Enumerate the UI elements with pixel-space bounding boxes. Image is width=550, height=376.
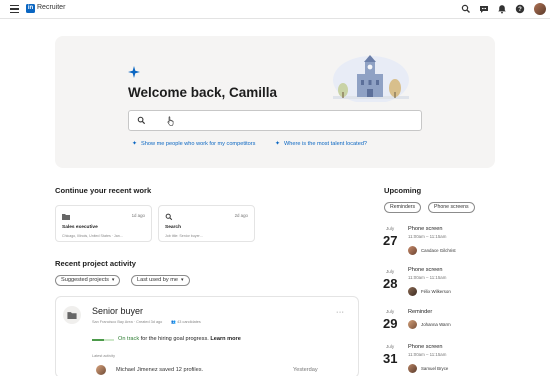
- event-month: July: [386, 226, 395, 231]
- avatar: [408, 287, 417, 296]
- people-icon: 👥: [171, 320, 177, 324]
- event-month: July: [386, 269, 395, 274]
- app-name: Recruiter: [37, 4, 66, 11]
- event-day: 31: [383, 351, 398, 366]
- avatar: [96, 365, 106, 375]
- latest-activity-label: Latest activity: [92, 354, 116, 358]
- search-icon: [165, 213, 173, 221]
- project-activity-heading: Recent project activity: [55, 259, 137, 268]
- profile-avatar[interactable]: [534, 3, 546, 15]
- upcoming-heading: Upcoming: [384, 186, 422, 195]
- event-person[interactable]: Johanna Warm: [421, 322, 451, 327]
- event-time: 11:00am – 11:15am: [408, 275, 447, 280]
- notifications-icon[interactable]: [497, 4, 507, 14]
- suggestion-competitors[interactable]: ✦ Show me people who work for my competit…: [132, 140, 255, 147]
- help-icon[interactable]: ?: [515, 4, 525, 14]
- chevron-down-icon: ▾: [181, 277, 184, 283]
- hiring-goal-progress: [92, 339, 114, 341]
- messages-icon[interactable]: [479, 4, 489, 14]
- project-card-senior-buyer[interactable]: Senior buyer San Francisco Bay Area · Cr…: [55, 296, 359, 376]
- event-title[interactable]: Phone screen: [408, 226, 443, 232]
- tab-phone-screens[interactable]: Phone screens: [428, 202, 475, 213]
- event-person[interactable]: Félix Wilkerson: [421, 289, 451, 294]
- suggested-projects-filter[interactable]: Suggested projects ▾: [55, 275, 121, 286]
- event-title[interactable]: Phone screen: [408, 344, 443, 350]
- linkedin-logo[interactable]: in: [26, 4, 35, 13]
- hand-cursor-icon: [167, 116, 174, 126]
- chevron-down-icon: ▾: [111, 277, 115, 283]
- search-icon[interactable]: [461, 4, 471, 14]
- event-day: 29: [383, 316, 398, 331]
- project-meta: San Francisco Bay Area · Created 3d ago …: [92, 320, 201, 324]
- ai-sparkle-icon: [128, 66, 140, 78]
- suggestion-talent-location[interactable]: ✦ Where is the most talent located?: [275, 140, 367, 147]
- event-title[interactable]: Reminder: [408, 309, 432, 315]
- avatar: [408, 246, 417, 255]
- sparkle-icon: ✦: [132, 141, 138, 147]
- card-subtitle: Chicago, Illinois, United States · Jan…: [62, 234, 124, 238]
- sparkle-icon: ✦: [275, 141, 281, 147]
- search-icon: [137, 116, 146, 125]
- campus-illustration: [333, 55, 409, 102]
- welcome-heading: Welcome back, Camilla: [128, 85, 278, 100]
- welcome-hero: Welcome back, Camilla ✦ Show me people wh…: [55, 36, 495, 168]
- card-subtitle: Job title: Senior buyer…: [165, 234, 204, 238]
- folder-icon: [63, 306, 81, 324]
- folder-icon: [62, 214, 70, 220]
- more-options-button[interactable]: ···: [336, 309, 345, 316]
- card-title: Sales executive: [62, 225, 98, 230]
- avatar: [408, 364, 417, 373]
- event-month: July: [386, 309, 395, 314]
- event-month: July: [386, 344, 395, 349]
- project-title[interactable]: Senior buyer: [92, 306, 143, 316]
- avatar: [408, 320, 417, 329]
- card-title: Search: [165, 225, 181, 230]
- event-person[interactable]: Samuel Bryce: [421, 366, 448, 371]
- event-day: 28: [383, 276, 398, 291]
- hero-search-input[interactable]: [128, 110, 422, 131]
- learn-more-link[interactable]: Learn more: [210, 336, 240, 342]
- activity-date: Yesterday: [293, 367, 318, 373]
- recent-work-card-project[interactable]: 1d ago Sales executive Chicago, Illinois…: [55, 205, 152, 242]
- activity-text: Michael Jimenez saved 12 profiles.: [116, 367, 204, 373]
- top-navigation-bar: in Recruiter ?: [0, 0, 550, 19]
- recent-work-card-search[interactable]: 2d ago Search Job title: Senior buyer…: [158, 205, 255, 242]
- hiring-goal-status: On track for the hiring goal progress. L…: [118, 336, 241, 342]
- event-day: 27: [383, 233, 398, 248]
- last-used-filter[interactable]: Last used by me ▾: [131, 275, 190, 286]
- menu-icon[interactable]: [10, 5, 19, 14]
- tab-reminders[interactable]: Reminders: [384, 202, 422, 213]
- event-time: 11:00am – 11:15am: [408, 352, 447, 357]
- svg-text:?: ?: [518, 7, 522, 13]
- event-person[interactable]: Candace Gilchrist: [421, 248, 456, 253]
- recent-work-heading: Continue your recent work: [55, 186, 152, 195]
- event-time: 11:00am – 11:15am: [408, 234, 447, 239]
- event-title[interactable]: Phone screen: [408, 267, 443, 273]
